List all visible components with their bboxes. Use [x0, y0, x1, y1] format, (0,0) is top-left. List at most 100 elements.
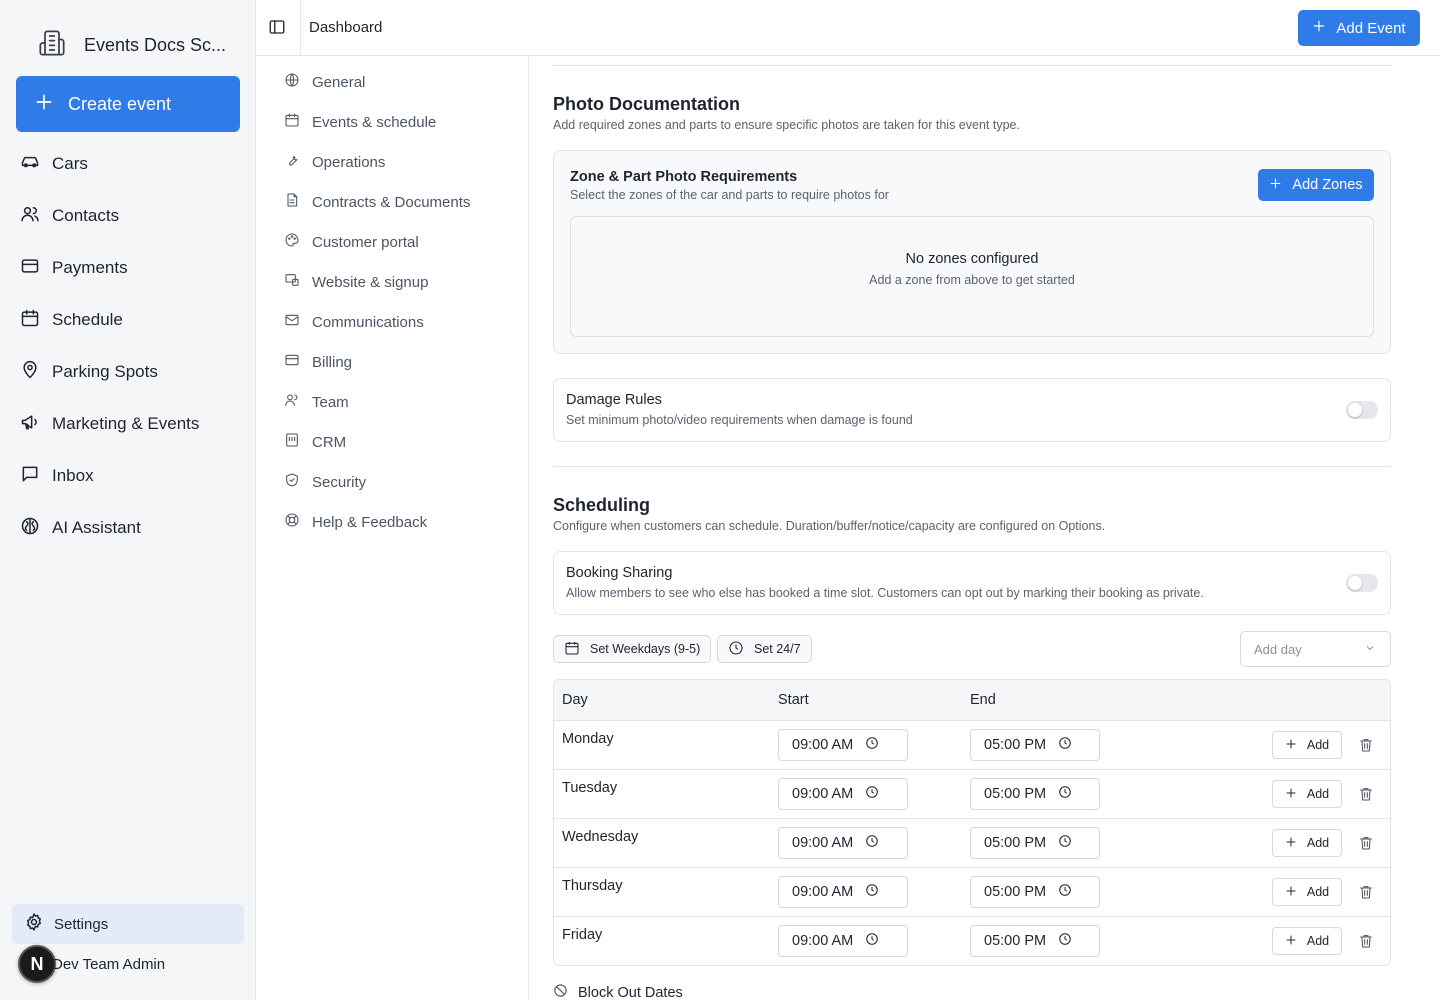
add-event-button[interactable]: Add Event: [1298, 10, 1420, 46]
lifebuoy-icon: [284, 512, 300, 532]
table-row: Wednesday 09:00 AM 05:00 PM Add: [554, 819, 1390, 868]
add-slot-label: Add: [1306, 885, 1330, 899]
column-header-day: Day: [562, 692, 588, 708]
plus-icon: [1285, 934, 1297, 949]
delete-day-button[interactable]: [1358, 786, 1374, 802]
zone-photo-requirements-card: Zone & Part Photo Requirements Select th…: [553, 150, 1391, 354]
create-event-button[interactable]: Create event: [16, 76, 240, 132]
clock-icon: [865, 785, 879, 803]
end-time-value: 05:00 PM: [984, 884, 1047, 900]
start-time-input[interactable]: 09:00 AM: [778, 925, 908, 957]
settings-nav-general[interactable]: General: [256, 62, 528, 102]
users-icon: [20, 204, 40, 229]
photo-documentation-title: Photo Documentation: [553, 94, 740, 114]
avatar: N: [18, 945, 56, 983]
settings-nav-label: CRM: [312, 433, 347, 451]
start-time-input[interactable]: 09:00 AM: [778, 729, 908, 761]
breadcrumb[interactable]: Dashboard: [309, 19, 382, 36]
nav-label: Contacts: [52, 206, 120, 225]
settings-nav-customer-portal[interactable]: Customer portal: [256, 222, 528, 262]
settings-nav-communications[interactable]: Communications: [256, 302, 528, 342]
delete-day-button[interactable]: [1358, 933, 1374, 949]
section-divider: [553, 65, 1391, 66]
end-time-input[interactable]: 05:00 PM: [970, 925, 1100, 957]
clock-icon: [865, 932, 879, 950]
damage-rules-toggle[interactable]: [1346, 401, 1378, 419]
booking-sharing-toggle[interactable]: [1346, 574, 1378, 592]
settings-nav: General Events & schedule Operations Con…: [256, 56, 529, 1000]
megaphone-icon: [20, 412, 40, 437]
gear-icon: [24, 912, 44, 936]
add-slot-button[interactable]: Add: [1272, 780, 1342, 808]
block-out-dates-label: Block Out Dates: [578, 984, 683, 1000]
nav-item-settings[interactable]: Settings: [12, 904, 244, 944]
add-day-select[interactable]: Add day: [1240, 631, 1391, 667]
nav-item-marketing-events[interactable]: Marketing & Events: [0, 398, 256, 450]
nav-label: Payments: [52, 258, 128, 277]
end-time-input[interactable]: 05:00 PM: [970, 778, 1100, 810]
brand[interactable]: Events Docs Sc...: [38, 29, 226, 62]
nav-item-cars[interactable]: Cars: [0, 138, 256, 190]
nav-item-ai-assistant[interactable]: AI Assistant: [0, 502, 256, 554]
nav-item-inbox[interactable]: Inbox: [0, 450, 256, 502]
nav-item-parking-spots[interactable]: Parking Spots: [0, 346, 256, 398]
trash-icon: [1358, 788, 1374, 806]
scheduling-description: Configure when customers can schedule. D…: [553, 519, 1106, 533]
wrench-icon: [284, 152, 300, 172]
delete-day-button[interactable]: [1358, 737, 1374, 753]
delete-day-button[interactable]: [1358, 835, 1374, 851]
add-slot-button[interactable]: Add: [1272, 878, 1342, 906]
add-event-label: Add Event: [1336, 19, 1406, 37]
table-row: Tuesday 09:00 AM 05:00 PM Add: [554, 770, 1390, 819]
set-weekdays-label: Set Weekdays (9-5): [590, 642, 701, 656]
add-slot-label: Add: [1306, 738, 1330, 752]
clock-icon: [1058, 785, 1072, 803]
add-slot-button[interactable]: Add: [1272, 927, 1342, 955]
settings-nav-events-schedule[interactable]: Events & schedule: [256, 102, 528, 142]
settings-nav-label: Billing: [312, 353, 353, 371]
users-icon: [284, 392, 300, 412]
settings-nav-security[interactable]: Security: [256, 462, 528, 502]
delete-day-button[interactable]: [1358, 884, 1374, 900]
building-icon: [38, 29, 66, 62]
damage-rules-card: Damage Rules Set minimum photo/video req…: [553, 378, 1391, 442]
end-time-input[interactable]: 05:00 PM: [970, 876, 1100, 908]
block-out-dates-heading[interactable]: Block Out Dates: [553, 983, 683, 1000]
add-slot-label: Add: [1306, 934, 1330, 948]
column-header-end: End: [970, 692, 996, 708]
section-divider: [553, 466, 1391, 467]
car-icon: [20, 152, 40, 177]
settings-nav-team[interactable]: Team: [256, 382, 528, 422]
plus-icon: [1285, 787, 1297, 802]
set-24-7-button[interactable]: Set 24/7: [717, 635, 812, 663]
settings-nav-contracts-documents[interactable]: Contracts & Documents: [256, 182, 528, 222]
user-menu[interactable]: N Dev Team Admin: [18, 944, 165, 984]
add-zones-button[interactable]: Add Zones: [1258, 169, 1374, 201]
plus-icon: [1285, 885, 1297, 900]
set-weekdays-button[interactable]: Set Weekdays (9-5): [553, 635, 712, 663]
end-time-input[interactable]: 05:00 PM: [970, 827, 1100, 859]
end-time-input[interactable]: 05:00 PM: [970, 729, 1100, 761]
add-slot-button[interactable]: Add: [1272, 829, 1342, 857]
clock-icon: [865, 834, 879, 852]
add-slot-button[interactable]: Add: [1272, 731, 1342, 759]
set-24-7-label: Set 24/7: [754, 642, 801, 656]
sidebar-toggle-button[interactable]: [268, 18, 288, 38]
clock-icon: [1058, 932, 1072, 950]
settings-nav-billing[interactable]: Billing: [256, 342, 528, 382]
nav-item-contacts[interactable]: Contacts: [0, 190, 256, 242]
start-time-input[interactable]: 09:00 AM: [778, 827, 908, 859]
settings-nav-help-feedback[interactable]: Help & Feedback: [256, 502, 528, 542]
settings-nav-label: Team: [312, 393, 349, 411]
nav-item-schedule[interactable]: Schedule: [0, 294, 256, 346]
photo-documentation-description: Add required zones and parts to ensure s…: [553, 118, 1020, 132]
settings-nav-label: Contracts & Documents: [312, 193, 471, 211]
start-time-input[interactable]: 09:00 AM: [778, 778, 908, 810]
settings-label: Settings: [54, 915, 109, 933]
settings-nav-website-signup[interactable]: Website & signup: [256, 262, 528, 302]
settings-nav-crm[interactable]: CRM: [256, 422, 528, 462]
settings-nav-operations[interactable]: Operations: [256, 142, 528, 182]
nav-item-payments[interactable]: Payments: [0, 242, 256, 294]
start-time-input[interactable]: 09:00 AM: [778, 876, 908, 908]
day-name: Friday: [562, 927, 603, 943]
